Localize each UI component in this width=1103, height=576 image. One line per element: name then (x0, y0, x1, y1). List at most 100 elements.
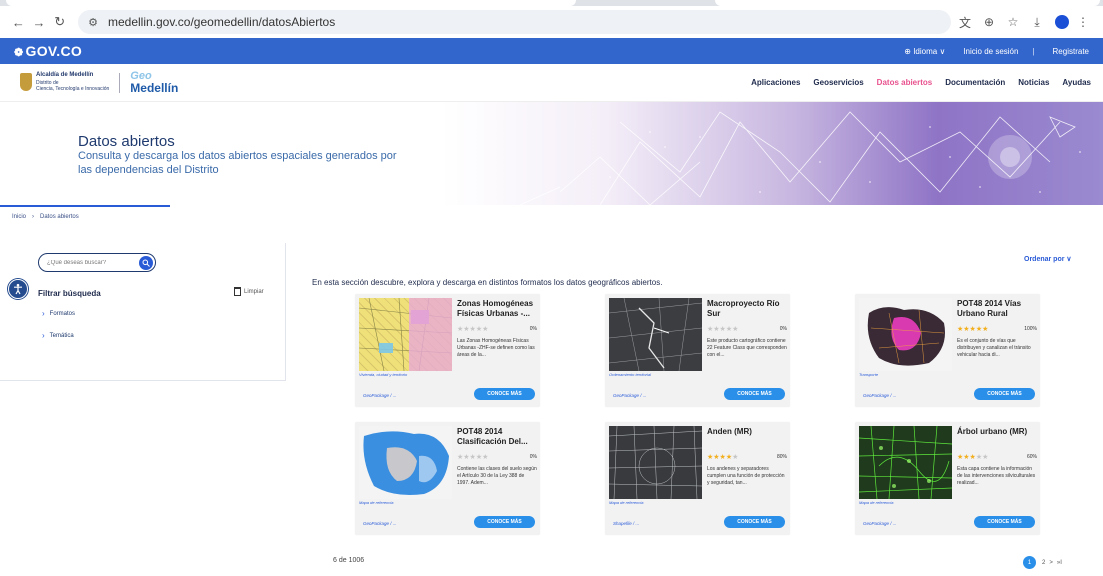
back-icon[interactable]: ← (10, 13, 27, 31)
dataset-thumbnail[interactable] (609, 298, 702, 371)
browser-actions: 文 ⊕ ☆ ⤓ ⋮ (951, 14, 1093, 31)
conoce-mas-button[interactable]: CONOCE MÁS (974, 388, 1035, 400)
reload-icon[interactable]: ↻ (51, 13, 68, 31)
main-nav: Aplicaciones Geoservicios Datos abiertos… (738, 78, 1091, 87)
star-rating[interactable]: ★★★★★ (957, 453, 988, 461)
dataset-description: Contiene las clases del suelo según el A… (457, 466, 537, 486)
language-selector[interactable]: ⊕ Idioma ∨ (904, 47, 945, 56)
govco-logo[interactable]: ❁ GOV.CO (14, 43, 82, 59)
star-rating[interactable]: ★★★★★ (707, 453, 738, 461)
conoce-mas-button[interactable]: CONOCE MÁS (724, 516, 785, 528)
nav-geoservicios[interactable]: Geoservicios (813, 78, 863, 87)
dataset-rating: ★★★★★ 0% (457, 325, 537, 333)
translate-icon[interactable]: 文 (955, 14, 975, 31)
facet-formatos[interactable]: › Formatos (42, 309, 75, 318)
dataset-card[interactable]: Transporte POT48 2014 Vías Urbano Rural … (855, 294, 1040, 407)
hero-underline (0, 205, 170, 207)
alcaldia-sub2: Ciencia, Tecnología e Innovación (36, 86, 110, 93)
dataset-thumbnail[interactable] (359, 426, 452, 499)
facet-tematica[interactable]: › Temática (42, 331, 74, 340)
dataset-card[interactable]: Ordenamiento territorial Macroproyecto R… (605, 294, 790, 407)
alcaldia-name: Alcaldía de Medellín (36, 72, 94, 79)
rating-percent: 0% (529, 326, 537, 332)
anden-map-thumbnail (609, 426, 702, 499)
nav-noticias[interactable]: Noticias (1018, 78, 1049, 87)
alcaldia-logo[interactable]: Alcaldía de Medellín Distrito de Ciencia… (20, 72, 109, 93)
dataset-title[interactable]: POT48 2014 Clasificación Del... (457, 427, 537, 446)
dataset-card[interactable]: Mapa de referencia Anden (MR) ★★★★★ 80% … (605, 422, 790, 535)
page-2-button[interactable]: 2 (1042, 560, 1045, 566)
dataset-category: Mapa de referencia (359, 500, 394, 505)
hero-banner: Datos abiertos Consulta y descarga los d… (0, 102, 1103, 205)
dataset-title[interactable]: Zonas Homogéneas Físicas Urbanas -... (457, 299, 537, 318)
facet-label: Temática (49, 332, 74, 339)
download-icon[interactable]: ⤓ (1027, 15, 1047, 30)
geomedellin-logo[interactable]: Geo Medellín (130, 71, 178, 95)
nav-aplicaciones[interactable]: Aplicaciones (751, 78, 800, 87)
chevron-right-icon: › (42, 331, 45, 340)
dataset-thumbnail[interactable] (609, 426, 702, 499)
dataset-formats: GeoPackage / ... (613, 393, 647, 398)
star-rating[interactable]: ★★★★★ (457, 325, 488, 333)
govco-logo-text: GOV.CO (25, 43, 83, 59)
rio-sur-map-thumbnail (609, 298, 702, 371)
dataset-title[interactable]: Árbol urbano (MR) (957, 427, 1037, 437)
star-rating[interactable]: ★★★★★ (957, 325, 988, 333)
dataset-description: Los andenes y separadores cumplen una fu… (707, 466, 785, 486)
register-link[interactable]: Registrate (1053, 47, 1089, 56)
dataset-description: Las Zonas Homogéneas Físicas Urbanas -ZH… (457, 338, 535, 358)
breadcrumb-home[interactable]: Inicio (12, 214, 26, 220)
login-link[interactable]: Inicio de sesión (963, 47, 1018, 56)
nav-datos-abiertos[interactable]: Datos abiertos (877, 78, 933, 87)
star-rating[interactable]: ★★★★★ (457, 453, 488, 461)
rating-percent: 80% (776, 454, 787, 460)
dataset-category: Ordenamiento territorial (609, 372, 652, 377)
conoce-mas-button[interactable]: CONOCE MÁS (474, 388, 535, 400)
forward-icon[interactable]: → (31, 13, 48, 31)
menu-dots-icon[interactable]: ⋮ (1073, 15, 1093, 29)
dataset-description: Esta capa contiene la información de las… (957, 466, 1036, 486)
chevron-right-icon: › (42, 309, 45, 318)
conoce-mas-button[interactable]: CONOCE MÁS (974, 516, 1035, 528)
pagination: 1 2 > »I (1023, 556, 1066, 569)
dataset-formats: GeoPackage / ... (863, 393, 897, 398)
dataset-title[interactable]: Macroproyecto Río Sur (707, 299, 787, 318)
dataset-rating: ★★★★★ 80% (707, 453, 787, 461)
star-rating[interactable]: ★★★★★ (707, 325, 738, 333)
nav-ayudas[interactable]: Ayudas (1062, 78, 1091, 87)
search-input[interactable] (47, 259, 133, 266)
dataset-title[interactable]: Anden (MR) (707, 427, 787, 437)
conoce-mas-button[interactable]: CONOCE MÁS (474, 516, 535, 528)
site-settings-icon[interactable]: ⚙ (88, 16, 98, 29)
zoom-icon[interactable]: ⊕ (979, 15, 999, 29)
clear-filters-button[interactable]: Limpiar (234, 287, 264, 296)
sort-dropdown[interactable]: Ordenar por ∨ (1024, 255, 1072, 263)
arbol-map-thumbnail (859, 426, 952, 499)
dataset-title[interactable]: POT48 2014 Vías Urbano Rural (957, 299, 1037, 318)
page-1-button[interactable]: 1 (1023, 556, 1036, 569)
next-page-button[interactable]: > (1049, 560, 1053, 566)
site-header: Alcaldía de Medellín Distrito de Ciencia… (0, 64, 1103, 102)
dataset-formats: Shapefile / ... (613, 521, 640, 526)
clear-filters-label: Limpiar (244, 288, 264, 295)
rating-percent: 100% (1024, 326, 1037, 332)
coat-of-arms-icon (20, 73, 32, 92)
address-bar[interactable]: ⚙ medellin.gov.co/geomedellin/datosAbier… (78, 10, 951, 34)
dataset-thumbnail[interactable] (859, 426, 952, 499)
dataset-card[interactable]: Mapa de referencia Árbol urbano (MR) ★★★… (855, 422, 1040, 535)
dataset-thumbnail[interactable] (859, 298, 952, 371)
accessibility-button[interactable] (8, 279, 28, 299)
clasificacion-map-thumbnail (363, 431, 449, 495)
dataset-thumbnail[interactable] (359, 298, 452, 371)
gov-links: ⊕ Idioma ∨ Inicio de sesión | Registrate (886, 47, 1089, 56)
dataset-rating: ★★★★★ 60% (957, 453, 1037, 461)
page-title: Datos abiertos (78, 133, 175, 150)
last-page-button[interactable]: »I (1057, 560, 1062, 566)
conoce-mas-button[interactable]: CONOCE MÁS (724, 388, 785, 400)
profile-avatar[interactable] (1055, 15, 1069, 29)
dataset-card[interactable]: Vivienda, ciudad y territorio Zonas Homo… (355, 294, 540, 407)
nav-documentacion[interactable]: Documentación (945, 78, 1005, 87)
search-button[interactable] (139, 256, 153, 270)
bookmark-star-icon[interactable]: ☆ (1003, 15, 1023, 29)
dataset-card[interactable]: Mapa de referencia POT48 2014 Clasificac… (355, 422, 540, 535)
